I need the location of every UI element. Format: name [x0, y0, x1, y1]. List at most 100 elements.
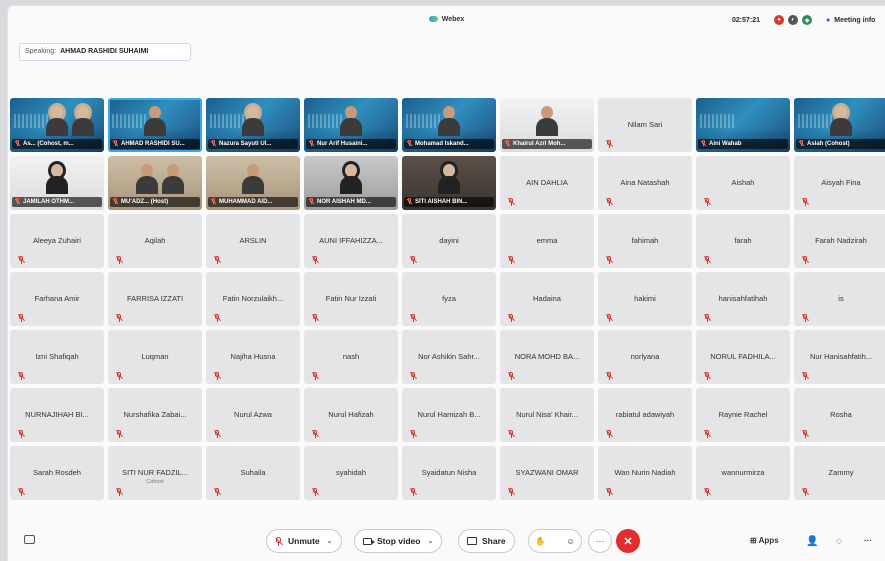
participant-tile[interactable]: NURNAJIHAH BI... [10, 388, 104, 442]
participant-tile[interactable]: NORA MOHD BA... [500, 330, 594, 384]
participant-tile[interactable]: FARRISA IZZATI [108, 272, 202, 326]
participant-tile[interactable]: Aini Wahab [696, 98, 790, 152]
participant-name: NURNAJIHAH BI... [25, 410, 89, 419]
participant-tile[interactable]: MUHAMMAD AID... [206, 156, 300, 210]
participant-tile[interactable]: Izni Shafiqah [10, 330, 104, 384]
overflow-button[interactable]: ··· [864, 536, 872, 545]
participant-video-figure [162, 164, 184, 194]
chevron-down-icon[interactable]: ⌄ [427, 537, 433, 545]
participant-tile[interactable]: Hadaina [500, 272, 594, 326]
participant-tile[interactable]: Farhana Amir [10, 272, 104, 326]
apps-button[interactable]: ⊞ Apps [750, 536, 779, 545]
participant-tile[interactable]: JAMILAH OTHM... [10, 156, 104, 210]
control-bar: Unmute ⌄ Stop video ⌄ Share ✋ ☺ ··· ✕ ⊞ … [8, 521, 885, 561]
participant-tile[interactable]: SITI NUR FADZIL... Cohost [108, 446, 202, 500]
participant-tile[interactable]: farah [696, 214, 790, 268]
participant-name: Nurshafika Zabai... [123, 410, 187, 419]
meeting-info-button[interactable]: ● Meeting info [826, 17, 875, 24]
participant-tile[interactable]: AHMAD RASHIDI SU... [108, 98, 202, 152]
participant-tile[interactable]: hanisahfatihah [696, 272, 790, 326]
recording-icon[interactable]: ● [774, 15, 784, 25]
participant-tile[interactable]: Nor Ashikin Sahr... [402, 330, 496, 384]
participant-tile[interactable]: Nurul Hafizah [304, 388, 398, 442]
participant-tile[interactable]: Luqman [108, 330, 202, 384]
participant-tile[interactable]: AUNI IFFAHIZZA... [304, 214, 398, 268]
participant-tile[interactable]: Nurul Azwa [206, 388, 300, 442]
participant-tile[interactable]: Najiha Husna [206, 330, 300, 384]
shield-icon[interactable]: ◆ [802, 15, 812, 25]
participant-tile[interactable]: Aina Natashah [598, 156, 692, 210]
participant-tile[interactable]: Aisyah Fina [794, 156, 885, 210]
participant-tile[interactable]: syahidah [304, 446, 398, 500]
participant-tile[interactable]: nash [304, 330, 398, 384]
participant-tile[interactable]: As... (Cohost, m... [10, 98, 104, 152]
participant-tile[interactable]: Nur Hanisahfatih... [794, 330, 885, 384]
participant-tile[interactable]: Khairul Azri Moh... [500, 98, 594, 152]
muted-mic-icon [112, 140, 119, 147]
participant-tile[interactable]: Fatin Norzulaikh... [206, 272, 300, 326]
participant-tile[interactable]: emma [500, 214, 594, 268]
unmute-button[interactable]: Unmute ⌄ [266, 529, 342, 553]
participant-tile[interactable]: Aqilah [108, 214, 202, 268]
participant-tile[interactable]: Nurul Nisa' Khair... [500, 388, 594, 442]
muted-mic-icon [409, 255, 418, 264]
share-button[interactable]: Share [458, 529, 515, 553]
muted-mic-icon [14, 140, 21, 147]
participant-tile[interactable]: Rosha [794, 388, 885, 442]
participant-video-figure [46, 164, 68, 194]
participant-tile[interactable]: AIN DAHLIA [500, 156, 594, 210]
reactions-button[interactable]: ✋ ☺ [528, 529, 582, 553]
leave-meeting-button[interactable]: ✕ [616, 529, 640, 553]
stop-video-button[interactable]: Stop video ⌄ [354, 529, 443, 553]
muted-mic-icon [605, 197, 614, 206]
participant-tile[interactable]: SITI AISHAH BIN... [402, 156, 496, 210]
speaking-indicator: Speaking: AHMAD RASHIDI SUHAIMI [19, 43, 191, 61]
participant-name: farah [734, 236, 752, 245]
participant-name: As... (Cohost, m... [23, 141, 74, 147]
participant-tile[interactable]: Syaidatun Nisha [402, 446, 496, 500]
participant-tile[interactable]: Asiah (Cohost) [794, 98, 885, 152]
participant-name: Suhaila [240, 468, 266, 477]
participant-tile[interactable]: Nazura Sayuti Ul... [206, 98, 300, 152]
muted-mic-icon [17, 429, 26, 438]
captions-icon[interactable] [24, 535, 35, 544]
participant-tile[interactable]: Aleeya Zuhairi [10, 214, 104, 268]
more-options-button[interactable]: ··· [588, 529, 612, 553]
participant-tile[interactable]: Nurul Hamizah B... [402, 388, 496, 442]
participant-video-figure [72, 106, 94, 136]
participant-tile[interactable]: Raynie Rachel [696, 388, 790, 442]
participant-tile[interactable]: SYAZWANI OMAR [500, 446, 594, 500]
participant-tile[interactable]: is [794, 272, 885, 326]
participant-tile[interactable]: Nilam Sari [598, 98, 692, 152]
participant-name: Nor Ashikin Sahr... [418, 352, 480, 361]
participant-tile[interactable]: Nurshafika Zabai... [108, 388, 202, 442]
participant-tile[interactable]: Sarah Rosdeh [10, 446, 104, 500]
participant-video-figure [242, 106, 264, 136]
participant-tile[interactable]: dayini [402, 214, 496, 268]
participant-tile[interactable]: Nur Arif Husaini... [304, 98, 398, 152]
participant-tile[interactable]: Mohamad Iskand... [402, 98, 496, 152]
lock-icon[interactable]: ◐ [788, 15, 798, 25]
participant-tile[interactable]: Wan Nurin Nadiah [598, 446, 692, 500]
participant-tile[interactable]: norlyana [598, 330, 692, 384]
participant-tile[interactable]: Zammy [794, 446, 885, 500]
participant-tile[interactable]: Suhaila [206, 446, 300, 500]
participant-tile[interactable]: Fatin Nur Izzati [304, 272, 398, 326]
participant-tile[interactable]: rabiatul adawiyah [598, 388, 692, 442]
participants-button[interactable]: 👤 [806, 536, 818, 547]
participant-tile[interactable]: NORUL FADHILA... [696, 330, 790, 384]
participant-tile[interactable]: Aishah [696, 156, 790, 210]
participant-tile[interactable]: fyza [402, 272, 496, 326]
participant-tile[interactable]: Farah Nadzirah [794, 214, 885, 268]
chevron-down-icon[interactable]: ⌄ [327, 537, 333, 545]
participant-tile[interactable]: hakimi [598, 272, 692, 326]
chat-button[interactable]: ◌ [836, 536, 842, 547]
participant-name: syahidah [335, 468, 367, 477]
participant-tile[interactable]: wannurmirza [696, 446, 790, 500]
participant-tile[interactable]: NOR AISHAH MD... [304, 156, 398, 210]
participant-name: Aqilah [144, 236, 166, 245]
participant-name: Nurul Hamizah B... [417, 410, 481, 419]
participant-tile[interactable]: fahimah [598, 214, 692, 268]
participant-tile[interactable]: MU'ADZ... (Host) [108, 156, 202, 210]
participant-tile[interactable]: ARSLIN [206, 214, 300, 268]
